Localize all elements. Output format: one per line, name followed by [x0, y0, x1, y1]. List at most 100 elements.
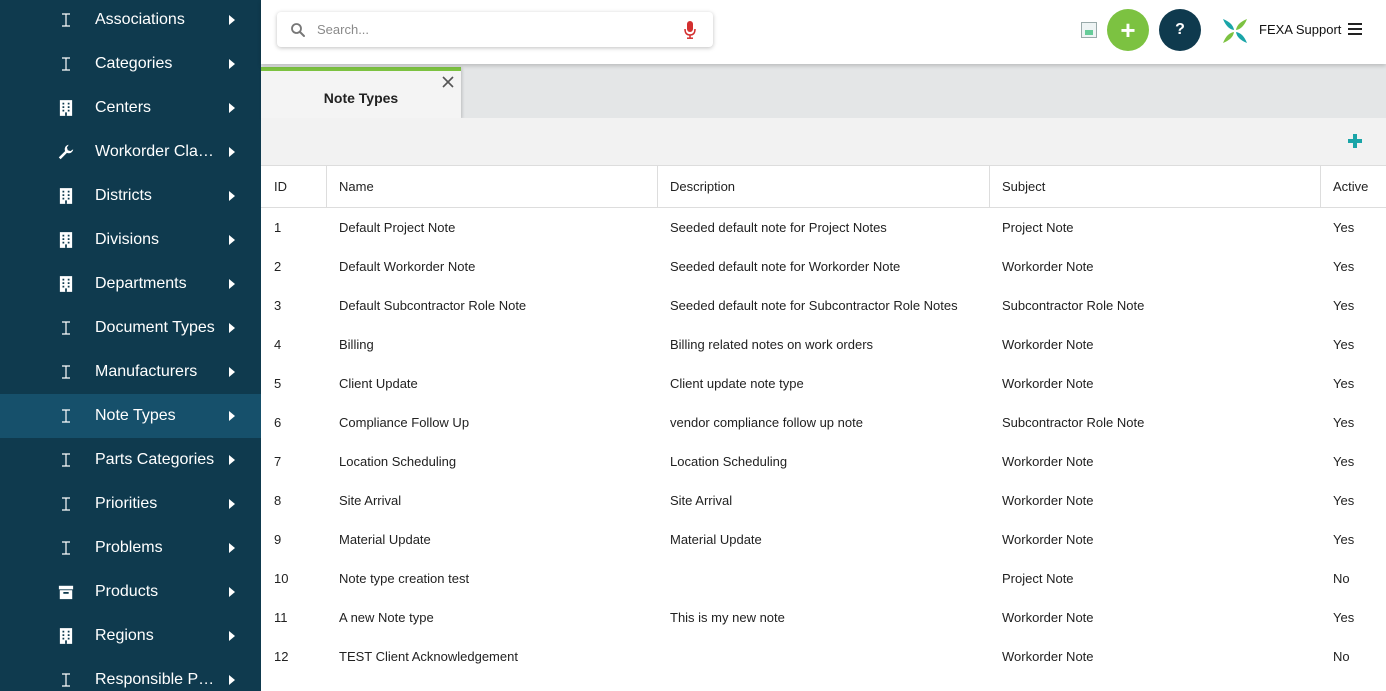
cell-id: 4 [274, 337, 282, 352]
hamburger-menu-icon[interactable] [1348, 23, 1362, 37]
sidebar: Associations Categories Centers Workorder C… [0, 0, 261, 691]
sidebar-item-label: Regions [95, 627, 154, 644]
caret-right-icon[interactable] [229, 411, 235, 421]
cell-id: 7 [274, 454, 282, 469]
building-icon [57, 186, 75, 206]
table-header: ID Name Description Subject Active [261, 166, 1386, 208]
table-row[interactable]: 10 Note type creation test Project Note No [261, 559, 1386, 598]
table-row[interactable]: 3 Default Subcontractor Role Note Seeded d… [261, 286, 1386, 325]
cell-subject: Subcontractor Role Note [1002, 415, 1145, 430]
add-note-type-plus-icon[interactable] [1347, 133, 1363, 149]
microphone-icon[interactable] [684, 21, 696, 39]
table-row[interactable]: 8 Site Arrival Site Arrival Workorder Note Y… [261, 481, 1386, 520]
cell-active: Yes [1333, 532, 1355, 547]
sidebar-item-label: Priorities [95, 495, 158, 512]
sidebar-item-departments[interactable]: Departments [0, 262, 261, 306]
sidebar-item-label: Workorder Clas... [95, 143, 217, 160]
sidebar-item-centers[interactable]: Centers [0, 86, 261, 130]
caret-right-icon[interactable] [229, 15, 235, 25]
caret-right-icon[interactable] [229, 235, 235, 245]
column-header-name[interactable]: Name [327, 166, 658, 208]
user-name[interactable]: FEXA Support [1259, 22, 1341, 37]
table-row[interactable]: 12 TEST Client Acknowledgement Workorder N… [261, 637, 1386, 676]
tab-note-types[interactable]: Note Types [261, 67, 461, 118]
text-cursor-icon [57, 362, 75, 382]
caret-right-icon[interactable] [229, 103, 235, 113]
caret-right-icon[interactable] [229, 147, 235, 157]
sidebar-item-priorities[interactable]: Priorities [0, 482, 261, 526]
tab-label: Note Types [323, 90, 399, 106]
cell-active: Yes [1333, 454, 1355, 469]
sidebar-item-label: Responsible Pa... [95, 671, 217, 688]
table-row[interactable]: 4 Billing Billing related notes on work or… [261, 325, 1386, 364]
caret-right-icon[interactable] [229, 323, 235, 333]
sidebar-item-label: Problems [95, 539, 163, 556]
cell-name: Note type creation test [339, 571, 470, 586]
sidebar-item-products[interactable]: Products [0, 570, 261, 614]
table-row[interactable]: 7 Location Scheduling Location Scheduling W… [261, 442, 1386, 481]
sidebar-item-regions[interactable]: Regions [0, 614, 261, 658]
caret-right-icon[interactable] [229, 279, 235, 289]
help-button[interactable]: ? [1159, 9, 1201, 51]
column-header-active[interactable]: Active [1321, 166, 1386, 208]
building-icon [57, 230, 75, 250]
table-row[interactable]: 2 Default Workorder Note Seeded default no… [261, 247, 1386, 286]
caret-right-icon[interactable] [229, 455, 235, 465]
sidebar-item-label: Document Types [95, 319, 215, 336]
broken-image-icon [1081, 22, 1097, 38]
caret-right-icon[interactable] [229, 631, 235, 641]
column-header-subject[interactable]: Subject [990, 166, 1321, 208]
cell-id: 3 [274, 298, 282, 313]
table-row[interactable]: 9 Material Update Material Update Workorder… [261, 520, 1386, 559]
sidebar-item-responsible-pa[interactable]: Responsible Pa... [0, 658, 261, 691]
cell-subject: Workorder Note [1002, 649, 1094, 664]
cell-id: 2 [274, 259, 282, 274]
sidebar-item-note-types[interactable]: Note Types [0, 394, 261, 438]
caret-right-icon[interactable] [229, 367, 235, 377]
cell-description: Material Update [670, 532, 762, 547]
archive-box-icon [57, 582, 75, 602]
cell-name: Material Update [339, 532, 431, 547]
sidebar-item-categories[interactable]: Categories [0, 42, 261, 86]
cell-description: Seeded default note for Subcontractor Ro… [670, 298, 958, 313]
sidebar-item-associations[interactable]: Associations [0, 0, 261, 42]
text-cursor-icon [57, 450, 75, 470]
sidebar-item-label: Manufacturers [95, 363, 198, 380]
search-input[interactable] [317, 18, 657, 40]
sidebar-item-label: Divisions [95, 231, 160, 248]
close-icon[interactable] [441, 75, 455, 89]
cell-subject: Workorder Note [1002, 376, 1094, 391]
caret-right-icon[interactable] [229, 543, 235, 553]
tabs-bar: Note Types [261, 64, 1386, 118]
sidebar-item-label: Categories [95, 55, 173, 72]
cell-name: Billing [339, 337, 374, 352]
caret-right-icon[interactable] [229, 675, 235, 685]
column-header-description[interactable]: Description [658, 166, 990, 208]
cell-active: No [1333, 571, 1350, 586]
cell-active: Yes [1333, 610, 1355, 625]
caret-right-icon[interactable] [229, 59, 235, 69]
sidebar-item-parts-categories[interactable]: Parts Categories [0, 438, 261, 482]
table-row[interactable]: 6 Compliance Follow Up vendor compliance f… [261, 403, 1386, 442]
search-box[interactable] [277, 12, 713, 47]
sidebar-item-problems[interactable]: Problems [0, 526, 261, 570]
table-row[interactable]: 11 A new Note type This is my new note Work… [261, 598, 1386, 637]
caret-right-icon[interactable] [229, 587, 235, 597]
cell-description: Location Scheduling [670, 454, 788, 469]
text-cursor-icon [57, 670, 75, 690]
caret-right-icon[interactable] [229, 191, 235, 201]
caret-right-icon[interactable] [229, 499, 235, 509]
cell-subject: Workorder Note [1002, 610, 1094, 625]
quick-add-button[interactable]: + [1107, 9, 1149, 51]
sidebar-item-document-types[interactable]: Document Types [0, 306, 261, 350]
column-header-id[interactable]: ID [262, 166, 327, 208]
table-row[interactable]: 5 Client Update Client update note type Wor… [261, 364, 1386, 403]
sidebar-item-divisions[interactable]: Divisions [0, 218, 261, 262]
sidebar-item-districts[interactable]: Districts [0, 174, 261, 218]
cell-name: TEST Client Acknowledgement [339, 649, 518, 664]
sidebar-item-workorder-clas[interactable]: Workorder Clas... [0, 130, 261, 174]
table-row[interactable]: 1 Default Project Note Seeded default note… [261, 208, 1386, 247]
sidebar-item-manufacturers[interactable]: Manufacturers [0, 350, 261, 394]
cell-name: Site Arrival [339, 493, 402, 508]
cell-active: Yes [1333, 220, 1355, 235]
